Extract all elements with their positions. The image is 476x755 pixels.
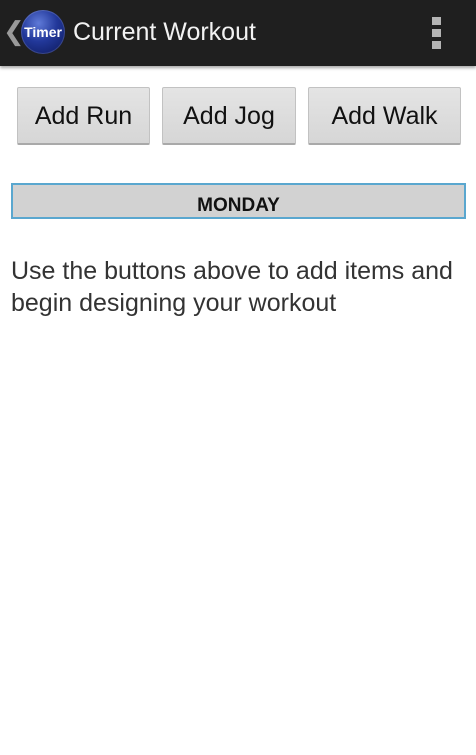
day-header-monday[interactable]: MONDAY	[11, 183, 466, 219]
add-jog-button[interactable]: Add Jog	[162, 87, 296, 145]
overflow-dot	[432, 41, 441, 49]
app-icon: Timer	[21, 10, 65, 54]
app-icon-label: Timer	[24, 24, 62, 40]
overflow-dot	[432, 29, 441, 37]
page-title: Current Workout	[73, 18, 256, 46]
action-bar: ❮ Timer Current Workout	[0, 0, 476, 66]
overflow-dot	[432, 17, 441, 25]
up-navigation-button[interactable]: ❮ Timer	[0, 0, 68, 66]
more-vertical-icon[interactable]	[420, 9, 454, 57]
add-walk-button[interactable]: Add Walk	[308, 87, 461, 145]
empty-workout-hint: Use the buttons above to add items and b…	[11, 257, 453, 317]
add-run-button[interactable]: Add Run	[17, 87, 150, 145]
